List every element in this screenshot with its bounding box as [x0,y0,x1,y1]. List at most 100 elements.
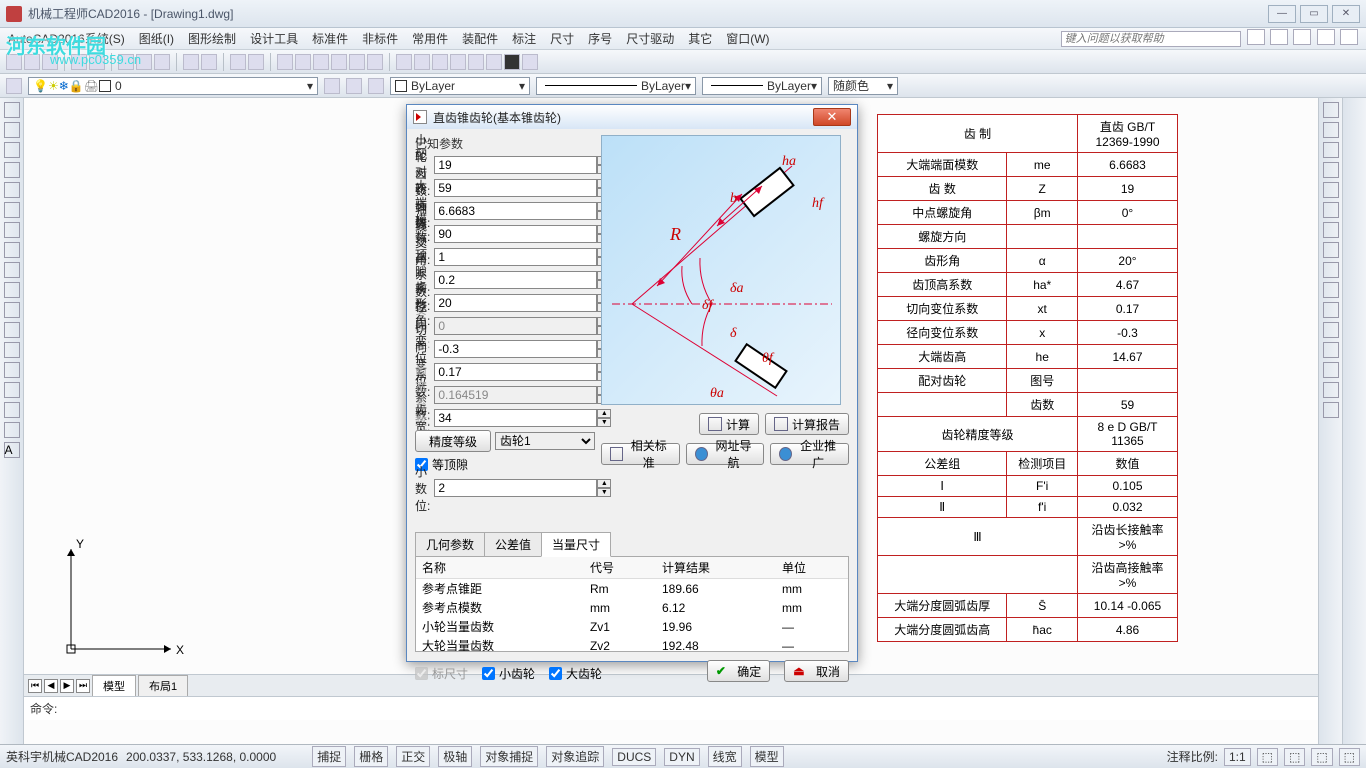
tb-icon[interactable] [349,54,365,70]
ellipsearc-icon[interactable] [4,302,20,318]
precision-button[interactable]: 精度等级 [415,430,491,452]
status-toggle[interactable]: 栅格 [354,746,388,767]
mirror-icon[interactable] [1323,142,1339,158]
tb-icon[interactable] [277,54,293,70]
ray-icon[interactable] [4,122,20,138]
trim-icon[interactable] [1323,282,1339,298]
pline-icon[interactable] [4,142,20,158]
hatch-icon[interactable] [4,362,20,378]
pan-icon[interactable] [230,54,246,70]
lineweight-dropdown[interactable]: ByLayer▾ [702,77,822,95]
plotstyle-dropdown[interactable]: 随颜色▾ [828,77,898,95]
menu-item[interactable]: 其它 [688,30,712,47]
polygon-icon[interactable] [4,162,20,178]
calc-report-button[interactable]: 计算报告 [765,413,849,435]
small-gear-checkbox[interactable]: 小齿轮 [482,665,535,682]
explode-icon[interactable] [1323,402,1339,418]
param-input[interactable] [434,409,597,427]
erase-icon[interactable] [1323,102,1339,118]
menu-item[interactable]: 图形绘制 [188,30,236,47]
param-input[interactable] [434,340,597,358]
help-search-input[interactable] [1061,31,1241,47]
layer-dropdown[interactable]: 💡☀❄🔒🖨 0 ▾ [28,77,318,95]
status-toggle[interactable]: 模型 [750,746,784,767]
status-toggle[interactable]: 极轴 [438,746,472,767]
tb-icon[interactable] [486,54,502,70]
tab-model[interactable]: 模型 [92,675,136,697]
status-icon[interactable]: ⬚ [1311,748,1332,766]
layers-icon[interactable] [6,78,22,94]
param-input[interactable] [434,179,597,197]
color-dropdown[interactable]: ByLayer▾ [390,77,530,95]
revcloud-icon[interactable] [4,242,20,258]
param-input[interactable] [434,294,597,312]
paste-icon[interactable] [154,54,170,70]
undo-icon[interactable] [183,54,199,70]
menu-item[interactable]: 标准件 [312,30,348,47]
equal-clearance-checkbox[interactable]: 等顶隙 [415,456,595,473]
tb-icon[interactable] [414,54,430,70]
calculator-icon[interactable] [504,54,520,70]
table-icon[interactable] [4,422,20,438]
tb-icon[interactable] [432,54,448,70]
menu-item[interactable]: 标注 [512,30,536,47]
close-button[interactable]: ✕ [1332,5,1360,23]
param-input[interactable] [434,202,597,220]
param-input[interactable] [434,156,597,174]
array-icon[interactable] [1323,182,1339,198]
region-icon[interactable] [4,402,20,418]
status-toggle[interactable]: 对象追踪 [546,746,604,767]
maximize-button[interactable]: ▭ [1300,5,1328,23]
tb-icon[interactable] [331,54,347,70]
rotate-icon[interactable] [1323,222,1339,238]
tab-tolerance[interactable]: 公差值 [484,532,542,557]
tb-icon[interactable] [396,54,412,70]
tab-equivalent[interactable]: 当量尺寸 [541,532,611,557]
gear-select[interactable]: 齿轮1 [495,432,595,450]
mdi-min-icon[interactable] [1293,29,1311,45]
related-std-button[interactable]: 相关标准 [601,443,680,465]
spline-icon[interactable] [4,262,20,278]
layer-tool-icon[interactable] [324,78,340,94]
circle-icon[interactable] [4,222,20,238]
tab-layout1[interactable]: 布局1 [138,675,188,697]
status-toggle[interactable]: 正交 [396,746,430,767]
break-icon[interactable] [1323,322,1339,338]
zoom-icon[interactable] [248,54,264,70]
menu-item[interactable]: 非标件 [362,30,398,47]
mark-dim-checkbox[interactable]: 标尺寸 [415,665,468,682]
biz-button[interactable]: 企业推广 [770,443,849,465]
menu-item[interactable]: 常用件 [412,30,448,47]
layer-tool-icon[interactable] [346,78,362,94]
status-icon[interactable]: ⬚ [1284,748,1305,766]
status-icon[interactable]: ⬚ [1339,748,1360,766]
ellipse-icon[interactable] [4,282,20,298]
tb-icon[interactable] [522,54,538,70]
minimize-button[interactable]: — [1268,5,1296,23]
web-nav-button[interactable]: 网址导航 [686,443,765,465]
help-icon[interactable] [1270,29,1288,45]
gradient-icon[interactable] [4,382,20,398]
menu-item[interactable]: 尺寸 [550,30,574,47]
tab-prev-icon[interactable]: ◀ [44,679,58,693]
block-icon[interactable] [4,322,20,338]
copy-icon[interactable] [1323,122,1339,138]
tab-geometry[interactable]: 几何参数 [415,532,485,557]
mdi-close-icon[interactable] [1340,29,1358,45]
offset-icon[interactable] [1323,162,1339,178]
tb-icon[interactable] [295,54,311,70]
point-icon[interactable] [4,342,20,358]
big-gear-checkbox[interactable]: 大齿轮 [549,665,602,682]
menu-item[interactable]: 设计工具 [250,30,298,47]
status-icon[interactable]: ⬚ [1257,748,1278,766]
command-line[interactable]: 命令: [24,696,1318,720]
chamfer-icon[interactable] [1323,362,1339,378]
cancel-button[interactable]: ⏏ 取消 [784,660,849,682]
search-icon[interactable] [1247,29,1265,45]
tab-first-icon[interactable]: ⏮ [28,679,42,693]
fillet-icon[interactable] [1323,382,1339,398]
redo-icon[interactable] [201,54,217,70]
rect-icon[interactable] [4,182,20,198]
annoscale-value[interactable]: 1:1 [1224,748,1251,766]
menu-item[interactable]: 尺寸驱动 [626,30,674,47]
